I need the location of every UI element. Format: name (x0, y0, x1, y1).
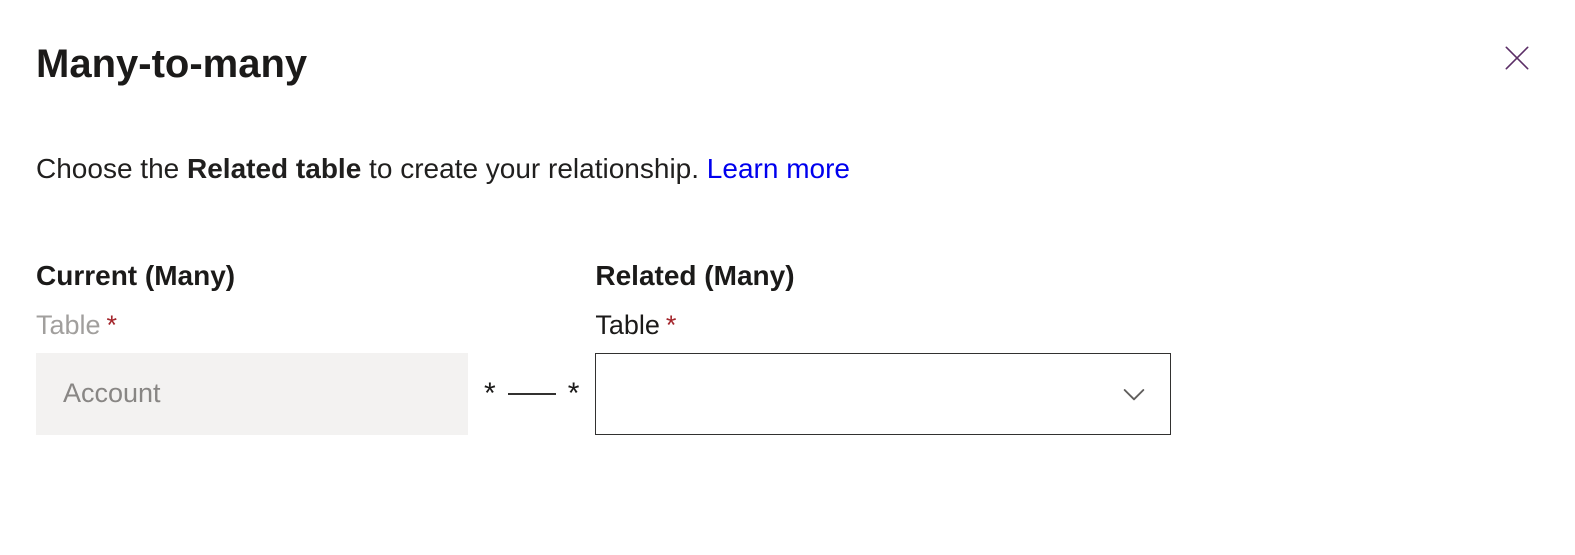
connector-right-star: * (568, 377, 580, 411)
description-suffix: to create your relationship. (361, 153, 707, 184)
panel-title: Many-to-many (36, 40, 307, 88)
connector-left-star: * (484, 377, 496, 411)
related-column: Related (Many) Table* (595, 260, 1171, 435)
related-table-label: Table* (595, 310, 1171, 341)
current-heading: Current (Many) (36, 260, 468, 292)
connector-line (508, 393, 556, 395)
current-table-label: Table* (36, 310, 468, 341)
description-bold: Related table (187, 153, 361, 184)
current-table-value: Account (36, 353, 468, 435)
panel-description: Choose the Related table to create your … (36, 150, 1539, 188)
relationship-connector: * * (468, 353, 595, 435)
description-prefix: Choose the (36, 153, 187, 184)
chevron-down-icon (1118, 378, 1150, 410)
related-heading: Related (Many) (595, 260, 1171, 292)
learn-more-link[interactable]: Learn more (707, 153, 850, 184)
required-asterisk: * (666, 310, 677, 340)
current-table-label-text: Table (36, 310, 101, 340)
close-icon (1501, 42, 1533, 74)
related-table-label-text: Table (595, 310, 660, 340)
relationship-form-row: Current (Many) Table* Account * * Relate… (36, 260, 1539, 435)
current-column: Current (Many) Table* Account (36, 260, 468, 435)
close-button[interactable] (1495, 36, 1539, 80)
required-asterisk: * (107, 310, 118, 340)
related-table-dropdown[interactable] (595, 353, 1171, 435)
panel-header: Many-to-many (36, 40, 1539, 88)
current-table-value-text: Account (63, 378, 161, 409)
